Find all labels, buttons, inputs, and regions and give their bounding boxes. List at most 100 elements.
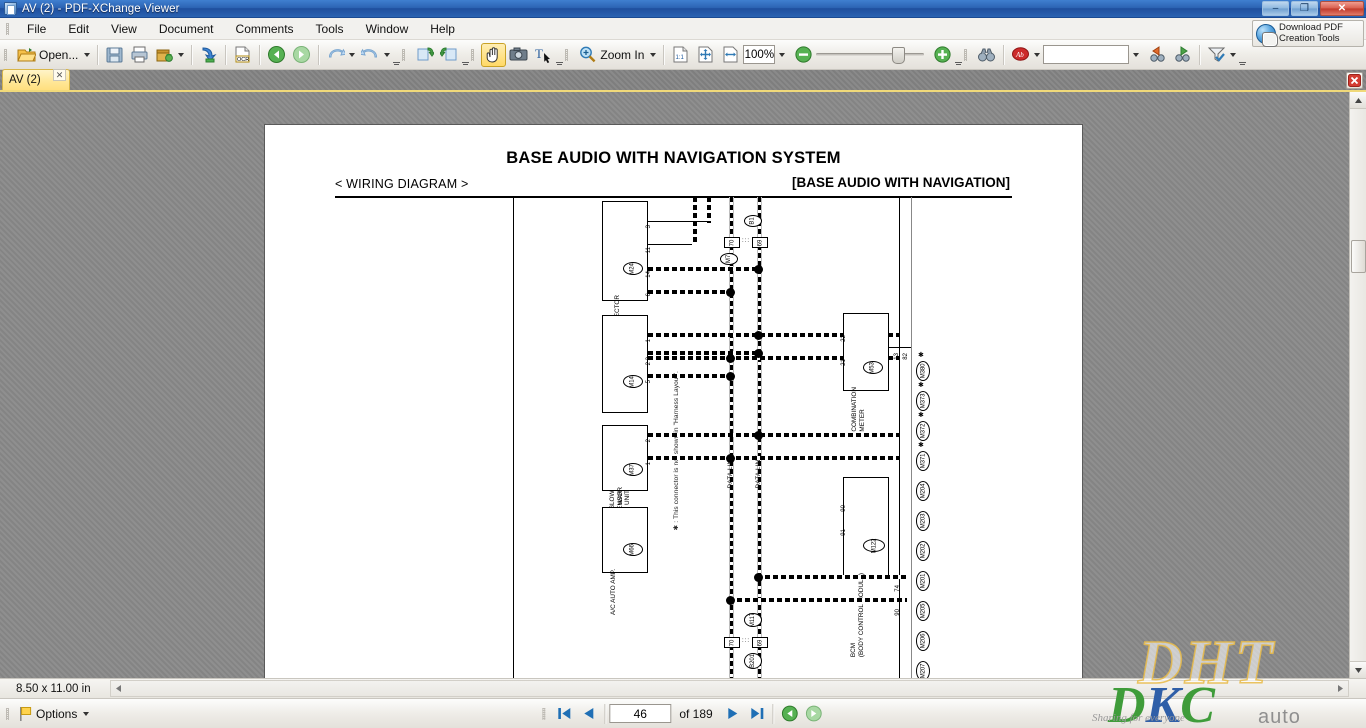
open-label: Open... — [39, 47, 79, 62]
menu-document[interactable]: Document — [148, 20, 225, 38]
options-label: Options — [36, 706, 78, 721]
find-overflow-button[interactable] — [1239, 43, 1246, 67]
search-history-caret-icon[interactable] — [1133, 52, 1139, 57]
page-subtitle-right: [BASE AUDIO WITH NAVIGATION] — [792, 175, 1010, 190]
toolbar-grip-icon[interactable] — [400, 47, 408, 63]
last-page-button[interactable] — [745, 703, 769, 725]
document-viewport[interactable]: BASE AUDIO WITH NAVIGATION SYSTEM < WIRI… — [0, 92, 1366, 678]
loupe-button[interactable] — [974, 43, 999, 67]
export-button[interactable] — [196, 43, 221, 67]
minimize-button[interactable]: – — [1262, 1, 1289, 16]
back-button[interactable] — [264, 43, 289, 67]
zoom-slider-thumb[interactable] — [892, 47, 906, 64]
toolbar-overflow-button[interactable] — [393, 43, 401, 67]
close-document-button[interactable] — [1346, 72, 1363, 89]
actual-size-button[interactable]: 1:1 — [668, 43, 693, 67]
close-icon[interactable]: ✕ — [53, 69, 66, 81]
close-button[interactable]: ✕ — [1320, 1, 1364, 16]
window-title: AV (2) - PDF-XChange Viewer — [22, 2, 180, 15]
select-text-button[interactable]: T — [531, 43, 556, 67]
next-page-button[interactable] — [721, 703, 745, 725]
rotate-clockwise-icon — [440, 45, 459, 64]
navigation-grip-icon[interactable] — [540, 706, 548, 722]
history-forward-button[interactable] — [802, 703, 826, 725]
scroll-up-arrow-icon[interactable] — [1350, 92, 1366, 109]
ocr-button[interactable]: OCR — [230, 43, 255, 67]
page-size-label: 8.50 x 11.00 in — [16, 682, 91, 695]
rotate-cw-button[interactable] — [437, 43, 462, 67]
scroll-right-arrow-icon[interactable] — [1333, 681, 1348, 696]
rotate-overflow-button[interactable] — [462, 43, 470, 67]
connector-code-m201-text: M201 — [920, 573, 927, 589]
menu-comments[interactable]: Comments — [225, 20, 305, 38]
menu-grip-icon[interactable] — [4, 21, 12, 37]
junction-dot — [754, 331, 763, 340]
toolbar-grip-icon[interactable] — [2, 47, 10, 63]
menu-edit[interactable]: Edit — [57, 20, 100, 38]
open-dropdown-caret-icon[interactable] — [84, 52, 91, 57]
toolbar-grip-icon[interactable] — [962, 47, 970, 63]
previous-page-button[interactable] — [576, 703, 600, 725]
find-next-icon — [1173, 45, 1192, 64]
svg-text:OCR: OCR — [237, 57, 249, 63]
zoom-slider-track[interactable] — [816, 47, 925, 64]
toolbar-grip-icon[interactable] — [563, 47, 571, 63]
menu-tools[interactable]: Tools — [305, 20, 355, 38]
window-controls: – ❐ ✕ — [1262, 1, 1364, 16]
download-pdf-creation-tools-button[interactable]: Download PDF Creation Tools — [1252, 20, 1364, 47]
vertical-scrollbar-thumb[interactable] — [1351, 240, 1366, 273]
zoom-in-tool-button[interactable]: Zoom In — [575, 43, 659, 67]
redo-button[interactable] — [358, 43, 393, 67]
scroll-left-arrow-icon[interactable] — [111, 681, 126, 696]
zoom-level-caret-icon[interactable] — [779, 52, 786, 57]
tools-overflow-button[interactable] — [556, 43, 564, 67]
maximize-button[interactable]: ❐ — [1291, 1, 1318, 16]
toolbar-grip-icon[interactable] — [469, 47, 477, 63]
undo-dropdown-caret-icon[interactable] — [349, 52, 356, 57]
menu-bar: File Edit View Document Comments Tools W… — [0, 18, 1366, 40]
find-next-button[interactable] — [1170, 43, 1195, 67]
pin-21: 21 — [841, 359, 847, 366]
pin-22: 22 — [841, 335, 847, 342]
vertical-scrollbar[interactable] — [1349, 92, 1366, 678]
fit-width-button[interactable] — [718, 43, 743, 67]
forward-button[interactable] — [289, 43, 314, 67]
find-button[interactable]: Ab — [1008, 43, 1043, 67]
first-page-button[interactable] — [552, 703, 576, 725]
undo-button[interactable] — [323, 43, 358, 67]
zoom-overflow-button[interactable] — [955, 43, 963, 67]
filter-dropdown-caret-icon[interactable] — [1230, 52, 1236, 57]
rotate-ccw-button[interactable] — [412, 43, 437, 67]
menu-window[interactable]: Window — [355, 20, 420, 38]
email-dropdown-caret-icon[interactable] — [178, 52, 185, 57]
options-button[interactable]: Options — [16, 702, 92, 726]
email-button[interactable] — [152, 43, 187, 67]
scroll-down-arrow-icon[interactable] — [1350, 661, 1366, 678]
redo-dropdown-caret-icon[interactable] — [384, 52, 391, 57]
print-button[interactable] — [127, 43, 152, 67]
page-number-input[interactable]: 46 — [609, 704, 672, 723]
zoom-dropdown-caret-icon[interactable] — [650, 52, 657, 57]
menu-help[interactable]: Help — [419, 20, 466, 38]
snapshot-button[interactable] — [506, 43, 531, 67]
tab-av-2[interactable]: AV (2) ✕ — [2, 69, 70, 90]
open-button[interactable]: Open... — [14, 43, 93, 67]
zoom-out-button[interactable] — [791, 43, 816, 67]
menu-file[interactable]: File — [16, 20, 57, 38]
history-back-button[interactable] — [778, 703, 802, 725]
bottombar-grip-icon[interactable] — [4, 706, 12, 722]
find-dropdown-caret-icon[interactable] — [1034, 52, 1041, 57]
save-button[interactable] — [102, 43, 127, 67]
zoom-level-input[interactable]: 100% — [743, 45, 776, 64]
menu-view[interactable]: View — [100, 20, 148, 38]
ocr-page-icon: OCR — [233, 45, 252, 64]
find-previous-button[interactable] — [1145, 43, 1170, 67]
zoom-in-button[interactable] — [930, 43, 955, 67]
search-input[interactable] — [1043, 45, 1129, 64]
horizontal-scrollbar[interactable] — [110, 680, 1349, 697]
fit-page-button[interactable] — [693, 43, 718, 67]
hand-tool-button[interactable] — [481, 42, 507, 67]
options-dropdown-caret-icon[interactable] — [83, 711, 90, 716]
zoom-slider[interactable] — [816, 47, 925, 64]
filter-button[interactable] — [1204, 43, 1239, 67]
